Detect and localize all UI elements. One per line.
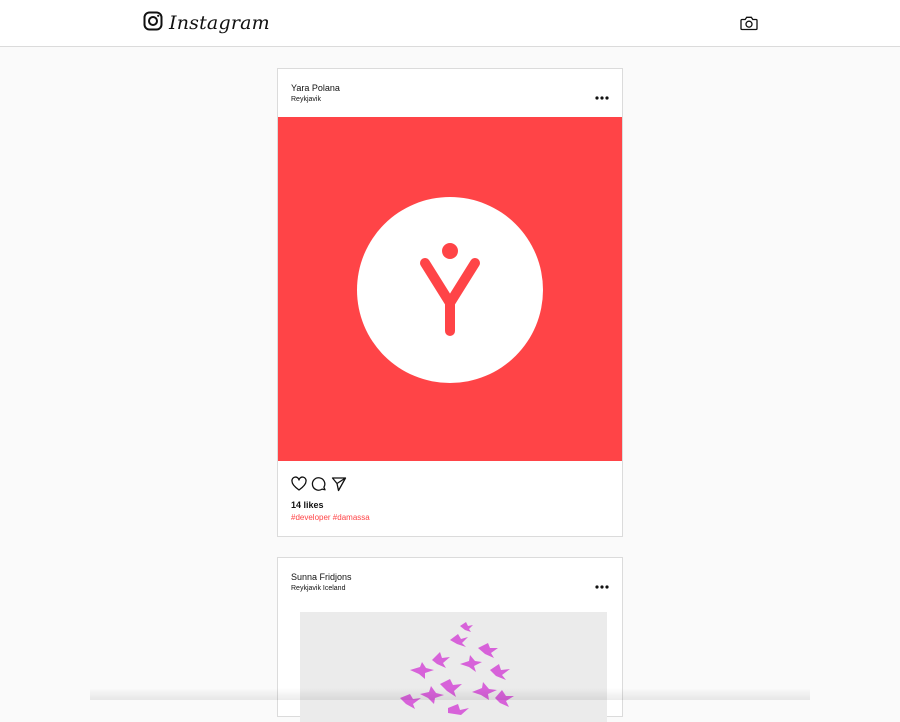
app-name: Instagram bbox=[169, 12, 270, 34]
post-card: Sunna Fridjons Reykjavik Iceland bbox=[277, 557, 623, 722]
post-hashtags[interactable]: #developer #damassa bbox=[291, 513, 370, 522]
post-card: Yara Polana Reykjavik 14 likes #develope… bbox=[277, 68, 623, 537]
more-horizontal-icon[interactable] bbox=[595, 577, 609, 589]
camera-icon[interactable] bbox=[740, 15, 758, 31]
post-location[interactable]: Reykjavik bbox=[291, 96, 321, 103]
likes-count[interactable]: 14 likes bbox=[291, 500, 324, 510]
send-icon[interactable] bbox=[331, 476, 347, 492]
comment-icon[interactable] bbox=[311, 476, 327, 492]
more-horizontal-icon[interactable] bbox=[595, 88, 609, 100]
post-image[interactable] bbox=[278, 117, 622, 461]
post-header: Sunna Fridjons Reykjavik Iceland bbox=[278, 558, 622, 606]
post-location[interactable]: Reykjavik Iceland bbox=[291, 585, 345, 592]
post-actions bbox=[291, 476, 347, 492]
post-header: Yara Polana Reykjavik bbox=[278, 69, 622, 117]
heart-icon[interactable] bbox=[291, 476, 307, 492]
post-image[interactable] bbox=[300, 612, 607, 722]
instagram-logo-icon bbox=[143, 11, 163, 36]
damassa-logo bbox=[278, 117, 622, 461]
post-username[interactable]: Sunna Fridjons bbox=[291, 572, 352, 582]
instagram-logo[interactable]: Instagram bbox=[143, 11, 270, 36]
post-username[interactable]: Yara Polana bbox=[291, 83, 340, 93]
top-navigation-bar: Instagram bbox=[0, 0, 900, 47]
birds-illustration bbox=[400, 622, 514, 715]
